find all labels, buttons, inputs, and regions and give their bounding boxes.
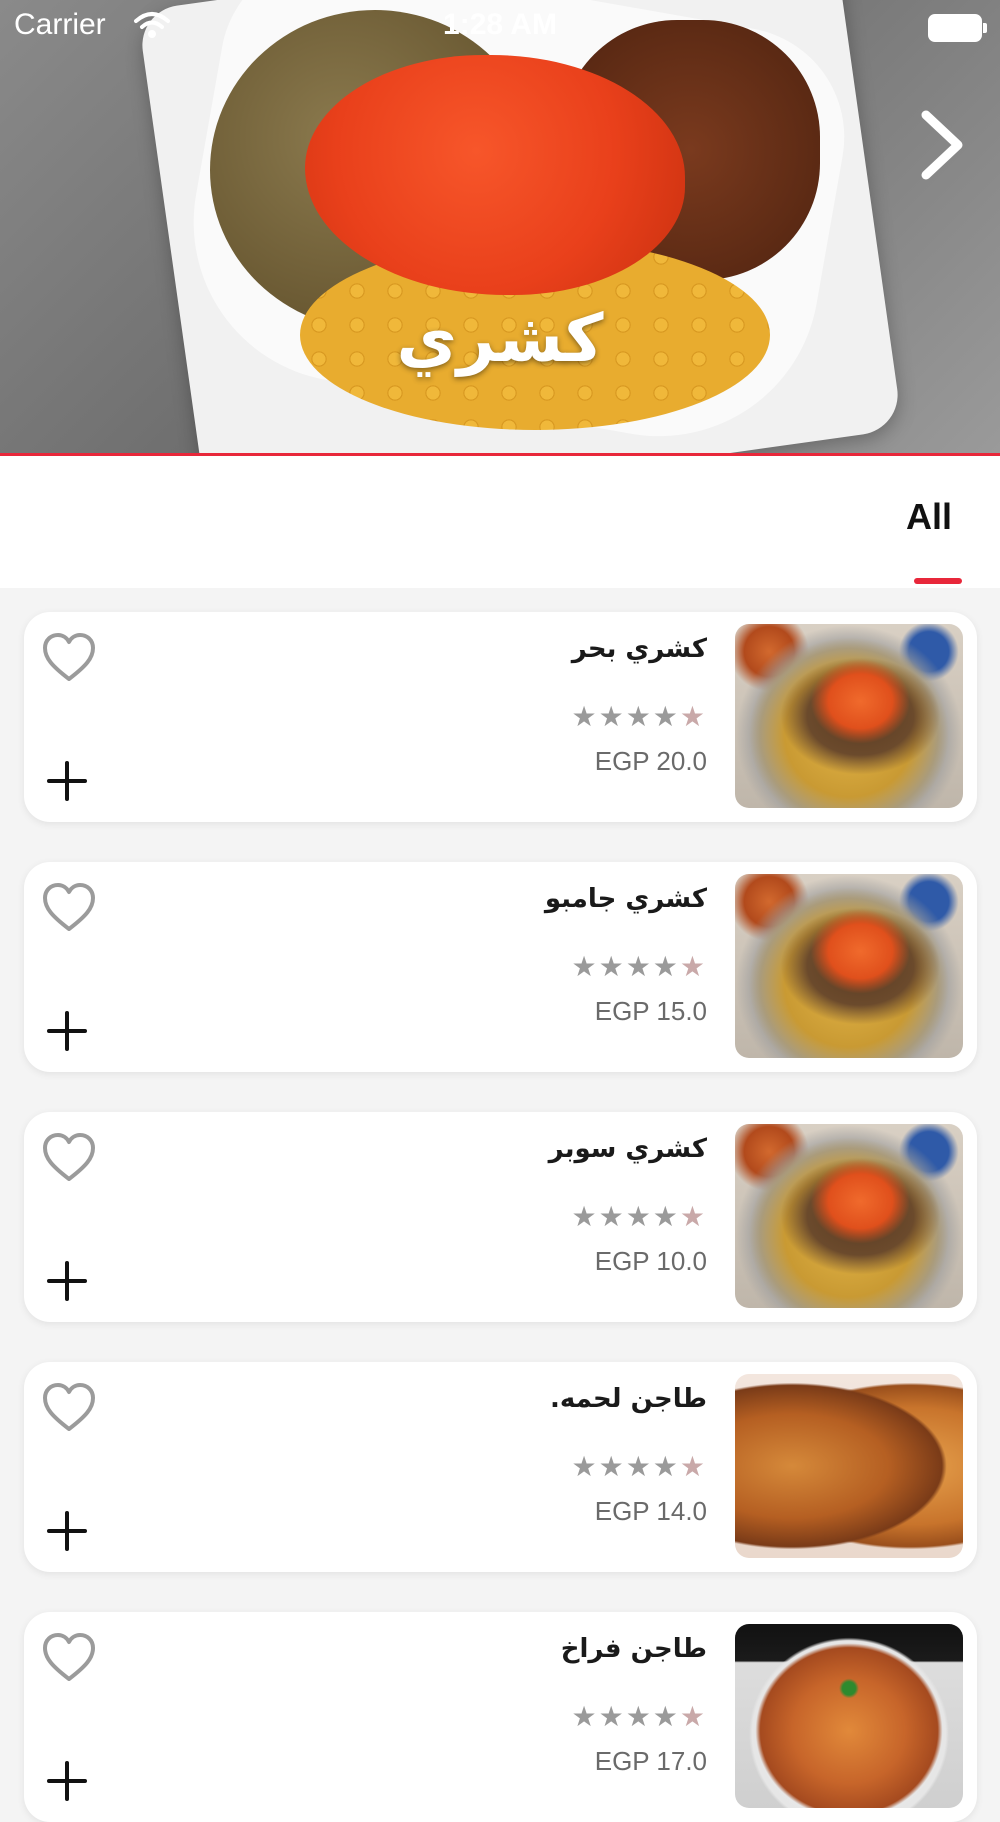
item-image xyxy=(735,874,963,1058)
next-category-button[interactable] xyxy=(912,105,972,185)
hero-banner: كشري xyxy=(0,0,1000,456)
item-image xyxy=(735,1374,963,1558)
item-price: EGP 20.0 xyxy=(594,746,707,776)
item-price: EGP 15.0 xyxy=(594,996,707,1026)
chevron-right-icon xyxy=(921,110,963,180)
plus-icon[interactable] xyxy=(46,1010,88,1052)
item-name: كشري جامبو xyxy=(544,884,707,914)
battery-icon xyxy=(928,14,987,42)
status-bar: Carrier 1:28 AM xyxy=(0,0,1000,56)
rating-stars: ★★★★★ xyxy=(571,950,707,983)
item-name: كشري سوبر xyxy=(548,1134,707,1164)
category-title: كشري xyxy=(396,300,604,377)
category-tabs: All xyxy=(0,456,1000,588)
menu-item-card[interactable]: طاجن فراخ ★★★★★ EGP 17.0 xyxy=(24,1612,977,1822)
status-time: 1:28 AM xyxy=(443,8,557,41)
rating-stars: ★★★★★ xyxy=(571,700,707,733)
item-image xyxy=(735,1124,963,1308)
menu-item-card[interactable]: كشري سوبر ★★★★★ EGP 10.0 xyxy=(24,1112,977,1322)
item-name: كشري بحر xyxy=(571,634,707,664)
heart-outline-icon[interactable] xyxy=(42,1132,96,1184)
rating-stars: ★★★★★ xyxy=(571,1200,707,1233)
rating-stars: ★★★★★ xyxy=(571,1700,707,1733)
tab-all[interactable]: All xyxy=(894,496,964,538)
item-image xyxy=(735,624,963,808)
plus-icon[interactable] xyxy=(46,1260,88,1302)
menu-item-card[interactable]: طاجن لحمه. ★★★★★ EGP 14.0 xyxy=(24,1362,977,1572)
heart-outline-icon[interactable] xyxy=(42,632,96,684)
heart-outline-icon[interactable] xyxy=(42,1632,96,1684)
heart-outline-icon[interactable] xyxy=(42,1382,96,1434)
plus-icon[interactable] xyxy=(46,1510,88,1552)
item-name: طاجن لحمه. xyxy=(549,1384,707,1414)
heart-outline-icon[interactable] xyxy=(42,882,96,934)
item-image xyxy=(735,1624,963,1808)
item-price: EGP 10.0 xyxy=(594,1246,707,1276)
tab-selected-indicator xyxy=(914,578,962,584)
plus-icon[interactable] xyxy=(46,760,88,802)
item-name: طاجن فراخ xyxy=(560,1634,707,1664)
menu-item-card[interactable]: كشري جامبو ★★★★★ EGP 15.0 xyxy=(24,862,977,1072)
menu-item-card[interactable]: كشري بحر ★★★★★ EGP 20.0 xyxy=(24,612,977,822)
item-price: EGP 14.0 xyxy=(594,1496,707,1526)
item-price: EGP 17.0 xyxy=(594,1746,707,1776)
rating-stars: ★★★★★ xyxy=(571,1450,707,1483)
plus-icon[interactable] xyxy=(46,1760,88,1802)
